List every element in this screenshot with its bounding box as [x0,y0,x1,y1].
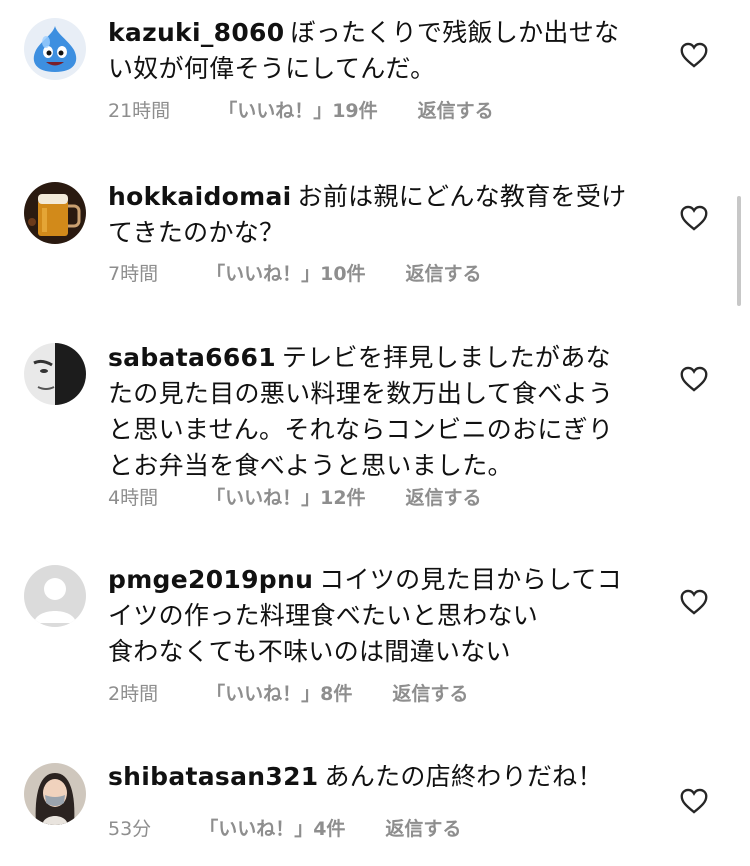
user-avatar[interactable] [24,182,86,244]
comment-username[interactable]: shibatasan321 [108,762,318,791]
comment-body: お前は親にどんな教育を受け [297,182,627,211]
reply-button[interactable]: 返信する [418,96,494,123]
beer-avatar-icon [24,182,86,244]
comment-text: hokkaidomai お前は親にどんな教育を受け てきたのかな？ [108,179,648,251]
comment-body: テレビを拝見しましたがあな [281,343,611,372]
comment-meta: 53分 「いいね！」4件 返信する [108,814,461,841]
heart-outline-icon[interactable] [680,205,708,231]
woman-avatar-icon [24,763,86,825]
comment-body: イツの作った料理食べたいと思わない [108,601,539,630]
comment-body: 食わなくても不味いのは間違いない [108,637,511,666]
comment-time: 2時間 [108,683,159,705]
reply-button[interactable]: 返信する [406,483,482,510]
comment-text: kazuki_8060 ぼったくりで残飯しか出せな い奴が何偉そうにしてんだ。 [108,15,648,87]
heart-outline-icon[interactable] [680,589,708,615]
likes-count-link[interactable]: 「いいね！」19件 [218,96,377,123]
heart-outline-icon[interactable] [680,788,708,814]
default-avatar-icon [24,565,86,627]
reply-button[interactable]: 返信する [406,259,482,286]
comment-body: とお弁当を食べようと思いました。 [108,451,513,480]
comment-time: 21時間 [108,100,171,122]
comment-body: てきたのかな？ [108,218,285,247]
comment-username[interactable]: pmge2019pnu [108,565,313,594]
comment-username[interactable]: sabata6661 [108,343,276,372]
user-avatar[interactable] [24,343,86,405]
comment-text: pmge2019pnu コイツの見た目からしてコ イツの作った料理食べたいと思わな… [108,562,648,670]
likes-count-link[interactable]: 「いいね！」8件 [206,679,352,706]
heart-outline-icon[interactable] [680,366,708,392]
face-avatar-icon [24,343,86,405]
comment-body: い奴が何偉そうにしてんだ。 [108,54,436,83]
user-avatar[interactable] [24,18,86,80]
comment-meta: 4時間 「いいね！」12件 返信する [108,483,482,510]
slime-avatar-icon [24,18,86,80]
comment-body: あんたの店終わりだね！ [324,762,603,791]
likes-count-link[interactable]: 「いいね！」10件 [206,259,365,286]
likes-count-link[interactable]: 「いいね！」4件 [199,814,345,841]
user-avatar[interactable] [24,565,86,627]
heart-outline-icon[interactable] [680,42,708,68]
user-avatar[interactable] [24,763,86,825]
comment-meta: 2時間 「いいね！」8件 返信する [108,679,468,706]
comment-text: shibatasan321 あんたの店終わりだね！ [108,759,648,795]
scrollbar[interactable] [737,196,741,306]
comment-username[interactable]: hokkaidomai [108,182,292,211]
comment-body: と思いません。それならコンビニのおにぎり [108,415,614,444]
comment-body: コイツの見た目からしてコ [319,565,623,594]
comment-username[interactable]: kazuki_8060 [108,18,284,47]
reply-button[interactable]: 返信する [385,814,461,841]
comment-time: 53分 [108,818,152,840]
likes-count-link[interactable]: 「いいね！」12件 [206,483,365,510]
comment-meta: 7時間 「いいね！」10件 返信する [108,259,482,286]
comment-time: 7時間 [108,263,159,285]
comment-body: ぼったくりで残飯しか出せな [290,18,620,47]
reply-button[interactable]: 返信する [392,679,468,706]
comment-body: たの見た目の悪い料理を数万出して食べよう [108,379,614,408]
comment-time: 4時間 [108,487,159,509]
comment-meta: 21時間 「いいね！」19件 返信する [108,96,494,123]
comment-text: sabata6661 テレビを拝見しましたがあな たの見た目の悪い料理を数万出して… [108,340,668,484]
